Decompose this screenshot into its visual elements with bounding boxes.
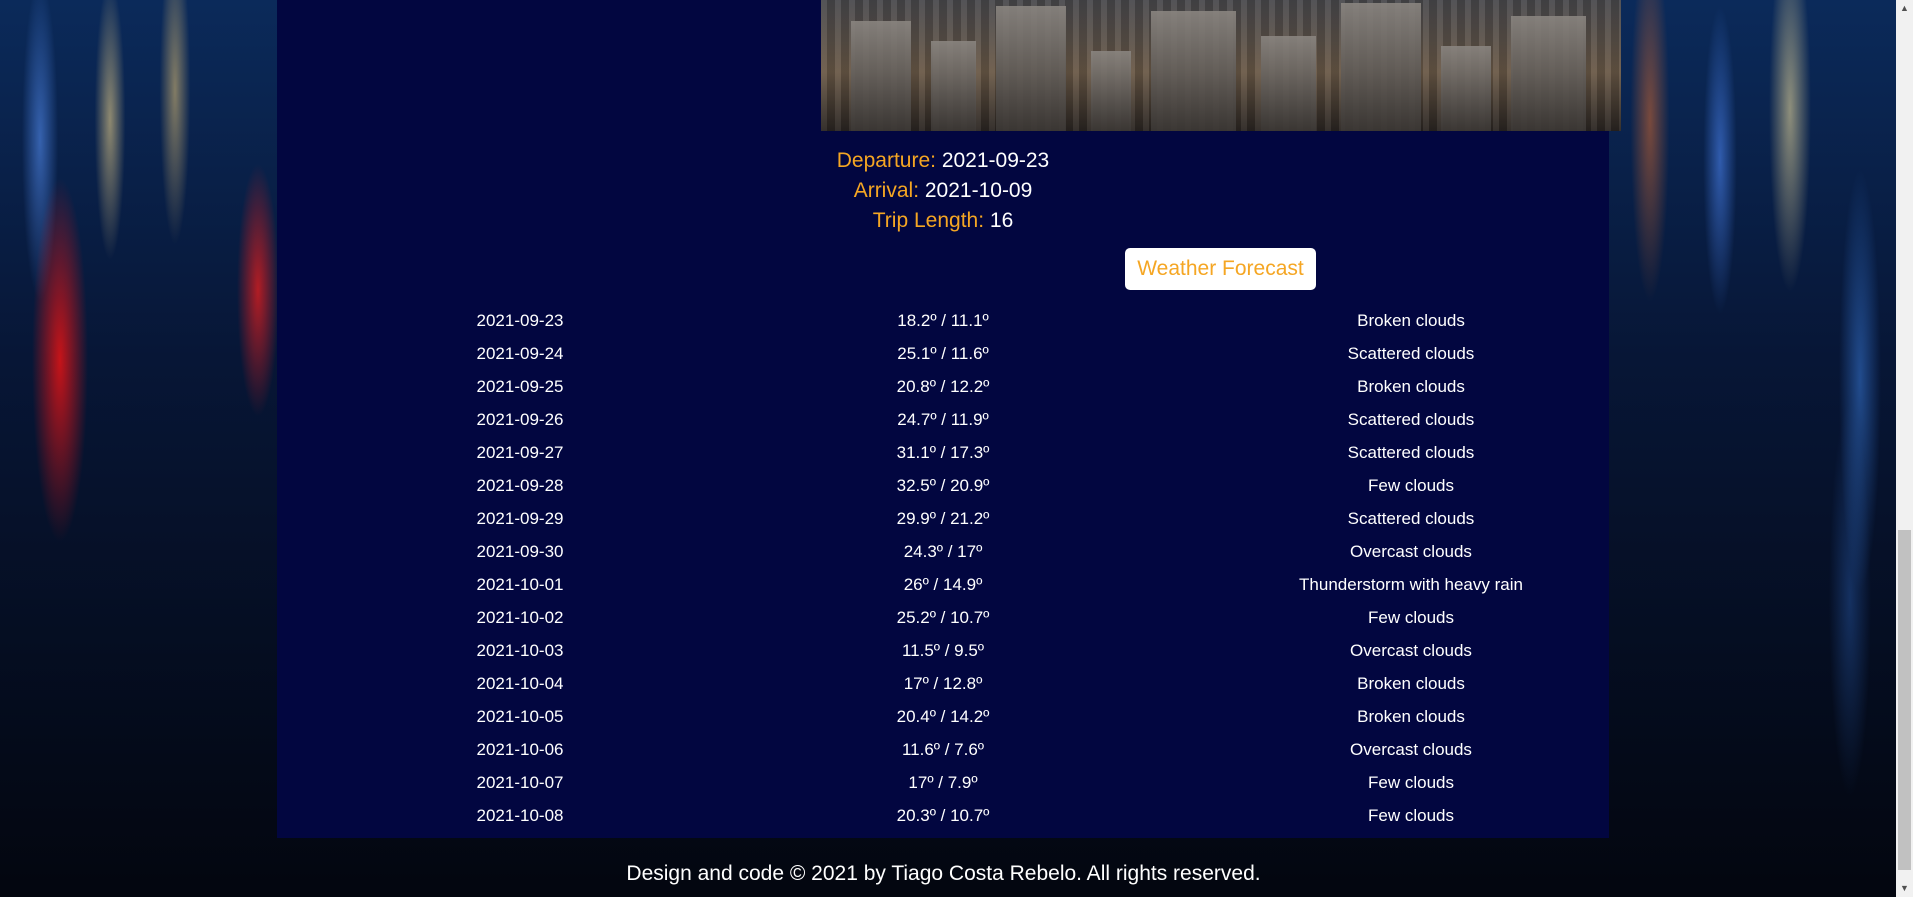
main-panel: Departure: 2021-09-23 Arrival: 2021-10-0… [277, 0, 1621, 838]
forecast-temperature: 26º / 14.9º [903, 575, 983, 594]
forecast-description: Scattered clouds [1347, 509, 1475, 528]
forecast-temperature: 32.5º / 20.9º [896, 476, 990, 495]
forecast-date: 2021-10-07 [476, 773, 564, 792]
destination-city-image [821, 0, 1621, 131]
forecast-temperature: 11.6º / 7.6º [901, 740, 985, 759]
forecast-temperature: 25.1º / 11.6º [897, 344, 989, 363]
forecast-description: Scattered clouds [1347, 344, 1475, 363]
forecast-date: 2021-09-24 [476, 344, 564, 363]
forecast-description: Broken clouds [1357, 377, 1465, 396]
departure-value: 2021-09-23 [941, 149, 1050, 172]
departure-line: Departure: 2021-09-23 [277, 149, 1609, 173]
forecast-row: 2021-10-02 25.2º / 10.7º Few clouds [277, 601, 1609, 634]
forecast-date: 2021-09-23 [476, 311, 564, 330]
forecast-temperature: 24.7º / 11.9º [897, 410, 989, 429]
forecast-date: 2021-09-28 [476, 476, 564, 495]
forecast-description: Scattered clouds [1347, 410, 1475, 429]
weather-forecast-button[interactable]: Weather Forecast [1125, 248, 1316, 290]
forecast-date: 2021-09-27 [476, 443, 564, 462]
forecast-row: 2021-10-05 20.4º / 14.2º Broken clouds [277, 700, 1609, 733]
forecast-temperature: 20.8º / 12.2º [896, 377, 990, 396]
forecast-description: Few clouds [1368, 773, 1454, 792]
forecast-temperature: 20.4º / 14.2º [896, 707, 990, 726]
forecast-date: 2021-10-04 [476, 674, 564, 693]
forecast-row: 2021-10-08 20.3º / 10.7º Few clouds [277, 799, 1609, 832]
trip-length-value: 16 [989, 209, 1014, 232]
forecast-row: 2021-10-06 11.6º / 7.6º Overcast clouds [277, 733, 1609, 766]
forecast-description: Few clouds [1368, 806, 1454, 825]
forecast-description: Overcast clouds [1350, 542, 1472, 561]
forecast-date: 2021-09-29 [476, 509, 564, 528]
forecast-row: 2021-09-23 18.2º / 11.1º Broken clouds [277, 304, 1609, 337]
page-scrollbar[interactable]: ▲ ▼ [1896, 0, 1913, 897]
forecast-description: Broken clouds [1357, 311, 1465, 330]
footer-copyright: Design and code © 2021 by Tiago Costa Re… [626, 862, 1261, 885]
forecast-date: 2021-10-08 [476, 806, 564, 825]
forecast-row: 2021-10-03 11.5º / 9.5º Overcast clouds [277, 634, 1609, 667]
arrival-line: Arrival: 2021-10-09 [277, 179, 1609, 203]
forecast-description: Overcast clouds [1350, 641, 1472, 660]
forecast-description: Broken clouds [1357, 674, 1465, 693]
forecast-date: 2021-10-03 [476, 641, 564, 660]
scroll-up-arrow-icon[interactable]: ▲ [1896, 0, 1913, 17]
forecast-row: 2021-10-07 17º / 7.9º Few clouds [277, 766, 1609, 799]
forecast-date: 2021-09-26 [476, 410, 564, 429]
scrollbar-thumb[interactable] [1898, 530, 1911, 870]
arrival-value: 2021-10-09 [924, 179, 1033, 202]
forecast-temperature: 17º / 7.9º [908, 773, 978, 792]
forecast-temperature: 17º / 12.8º [903, 674, 983, 693]
forecast-row: 2021-09-28 32.5º / 20.9º Few clouds [277, 469, 1609, 502]
forecast-row: 2021-09-26 24.7º / 11.9º Scattered clouds [277, 403, 1609, 436]
forecast-row: 2021-09-24 25.1º / 11.6º Scattered clouds [277, 337, 1609, 370]
forecast-date: 2021-10-02 [476, 608, 564, 627]
forecast-description: Thunderstorm with heavy rain [1299, 575, 1523, 594]
forecast-date: 2021-09-30 [476, 542, 564, 561]
trip-length-line: Trip Length: 16 [277, 209, 1609, 233]
forecast-temperature: 11.5º / 9.5º [901, 641, 985, 660]
forecast-row: 2021-10-04 17º / 12.8º Broken clouds [277, 667, 1609, 700]
forecast-description: Overcast clouds [1350, 740, 1472, 759]
forecast-date: 2021-10-05 [476, 707, 564, 726]
forecast-temperature: 20.3º / 10.7º [896, 806, 990, 825]
forecast-temperature: 29.9º / 21.2º [896, 509, 990, 528]
forecast-description: Few clouds [1368, 476, 1454, 495]
forecast-temperature: 25.2º / 10.7º [896, 608, 990, 627]
forecast-description: Scattered clouds [1347, 443, 1475, 462]
forecast-temperature: 18.2º / 11.1º [897, 311, 989, 330]
arrival-label: Arrival: [853, 179, 920, 202]
forecast-temperature: 31.1º / 17.3º [896, 443, 990, 462]
forecast-description: Few clouds [1368, 608, 1454, 627]
forecast-row: 2021-09-25 20.8º / 12.2º Broken clouds [277, 370, 1609, 403]
forecast-row: 2021-09-30 24.3º / 17º Overcast clouds [277, 535, 1609, 568]
forecast-description: Broken clouds [1357, 707, 1465, 726]
forecast-row: 2021-10-01 26º / 14.9º Thunderstorm with h… [277, 568, 1609, 601]
forecast-row: 2021-09-29 29.9º / 21.2º Scattered clouds [277, 502, 1609, 535]
forecast-date: 2021-10-01 [476, 575, 564, 594]
forecast-row: 2021-09-27 31.1º / 17.3º Scattered clouds [277, 436, 1609, 469]
departure-label: Departure: [836, 149, 936, 172]
trip-length-label: Trip Length: [872, 209, 985, 232]
forecast-date: 2021-09-25 [476, 377, 564, 396]
forecast-temperature: 24.3º / 17º [903, 542, 983, 561]
scroll-down-arrow-icon[interactable]: ▼ [1896, 880, 1913, 897]
forecast-date: 2021-10-06 [476, 740, 564, 759]
